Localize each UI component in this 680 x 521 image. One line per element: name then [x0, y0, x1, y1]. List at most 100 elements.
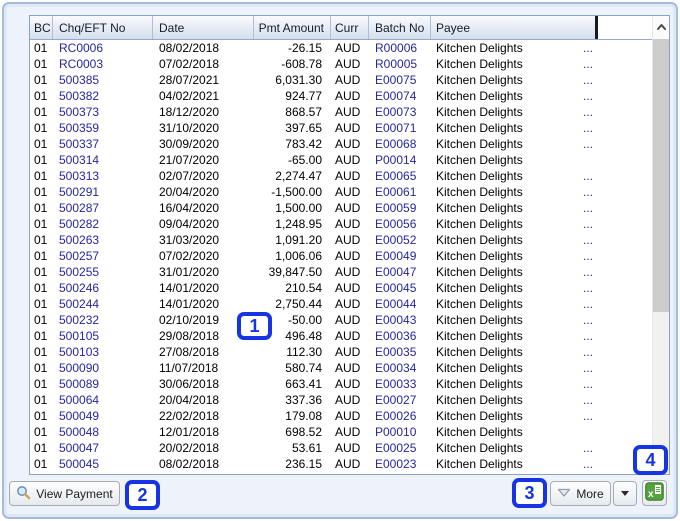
cell-batch[interactable]: E00061: [369, 184, 431, 200]
cell-chq[interactable]: RC0006: [53, 40, 153, 56]
table-row[interactable]: 01 500282 09/04/2020 1,248.95 AUD E00056 Kitch…: [30, 216, 652, 232]
column-header-bc[interactable]: BC: [30, 16, 53, 39]
cell-batch[interactable]: E00056: [369, 216, 431, 232]
cell-batch[interactable]: E00065: [369, 168, 431, 184]
column-header-batch[interactable]: Batch No: [369, 16, 431, 39]
cell-chq[interactable]: 500385: [53, 72, 153, 88]
cell-more[interactable]: ...: [579, 72, 598, 88]
cell-more[interactable]: ...: [579, 232, 598, 248]
cell-more[interactable]: ...: [579, 312, 598, 328]
cell-more[interactable]: ...: [579, 136, 598, 152]
table-row[interactable]: 01 500064 20/04/2018 337.36 AUD E00027 Kitchen…: [30, 392, 652, 408]
table-row[interactable]: 01 500090 11/07/2018 580.74 AUD E00034 Kitchen…: [30, 360, 652, 376]
table-row[interactable]: 01 500246 14/01/2020 210.54 AUD E00045 Kitchen…: [30, 280, 652, 296]
export-to-excel-button[interactable]: x: [642, 480, 667, 506]
table-row[interactable]: 01 RC0006 08/02/2018 -26.15 AUD R00006 Kitchen…: [30, 40, 652, 56]
cell-chq[interactable]: 500064: [53, 392, 153, 408]
cell-batch[interactable]: E00035: [369, 344, 431, 360]
cell-chq[interactable]: 500048: [53, 424, 153, 440]
cell-chq[interactable]: 500232: [53, 312, 153, 328]
table-row[interactable]: 01 500291 20/04/2020 -1,500.00 AUD E00061 Kitc…: [30, 184, 652, 200]
cell-chq[interactable]: 500337: [53, 136, 153, 152]
table-row[interactable]: 01 500244 14/01/2020 2,750.44 AUD E00044 Kitch…: [30, 296, 652, 312]
cell-more[interactable]: ...: [579, 264, 598, 280]
cell-more[interactable]: ...: [579, 360, 598, 376]
cell-more[interactable]: ...: [579, 56, 598, 72]
column-header-date[interactable]: Date: [153, 16, 254, 39]
cell-more[interactable]: ...: [579, 440, 598, 456]
column-header-curr[interactable]: Curr: [331, 16, 369, 39]
cell-chq[interactable]: 500282: [53, 216, 153, 232]
table-row[interactable]: 01 500257 07/02/2020 1,006.06 AUD E00049 Kitch…: [30, 248, 652, 264]
cell-more[interactable]: ...: [579, 184, 598, 200]
table-row[interactable]: 01 500382 04/02/2021 924.77 AUD E00074 Kitchen…: [30, 88, 652, 104]
table-row[interactable]: 01 500263 31/03/2020 1,091.20 AUD E00052 Kitch…: [30, 232, 652, 248]
more-button[interactable]: More: [550, 481, 611, 506]
table-row[interactable]: 01 500045 08/02/2018 236.15 AUD E00023 Kitchen…: [30, 456, 652, 472]
cell-chq[interactable]: 500105: [53, 328, 153, 344]
cell-chq[interactable]: 500090: [53, 360, 153, 376]
cell-batch[interactable]: E00044: [369, 296, 431, 312]
column-header-chq[interactable]: Chq/EFT No: [53, 16, 153, 39]
table-row[interactable]: 01 500385 28/07/2021 6,031.30 AUD E00075 Kitch…: [30, 72, 652, 88]
cell-chq[interactable]: 500373: [53, 104, 153, 120]
cell-more[interactable]: ...: [579, 216, 598, 232]
column-header-amount[interactable]: Pmt Amount: [254, 16, 331, 39]
cell-batch[interactable]: E00034: [369, 360, 431, 376]
scrollbar-thumb[interactable]: [653, 39, 669, 312]
cell-chq[interactable]: 500314: [53, 152, 153, 168]
cell-batch[interactable]: E00068: [369, 136, 431, 152]
cell-batch[interactable]: E00052: [369, 232, 431, 248]
table-row[interactable]: 01 500105 29/08/2018 496.48 AUD E00036 Kitchen…: [30, 328, 652, 344]
cell-chq[interactable]: 500263: [53, 232, 153, 248]
cell-chq[interactable]: 500257: [53, 248, 153, 264]
more-dropdown-button[interactable]: [613, 481, 637, 506]
cell-more[interactable]: ...: [579, 40, 598, 56]
cell-more[interactable]: ...: [579, 296, 598, 312]
cell-batch[interactable]: R00006: [369, 40, 431, 56]
table-row[interactable]: 01 500047 20/02/2018 53.61 AUD E00025 Kitchen …: [30, 440, 652, 456]
cell-more[interactable]: ...: [579, 456, 598, 472]
cell-batch[interactable]: E00047: [369, 264, 431, 280]
cell-batch[interactable]: E00023: [369, 456, 431, 472]
cell-chq[interactable]: 500246: [53, 280, 153, 296]
table-row[interactable]: 01 500049 22/02/2018 179.08 AUD E00026 Kitchen…: [30, 408, 652, 424]
cell-batch[interactable]: E00025: [369, 440, 431, 456]
cell-chq[interactable]: 500287: [53, 200, 153, 216]
cell-more[interactable]: ...: [579, 248, 598, 264]
cell-more[interactable]: ...: [579, 120, 598, 136]
cell-batch[interactable]: E00075: [369, 72, 431, 88]
cell-more[interactable]: ...: [579, 376, 598, 392]
cell-more[interactable]: ...: [579, 88, 598, 104]
cell-chq[interactable]: 500359: [53, 120, 153, 136]
cell-chq[interactable]: 500244: [53, 296, 153, 312]
cell-batch[interactable]: E00059: [369, 200, 431, 216]
cell-more[interactable]: ...: [579, 280, 598, 296]
vertical-scrollbar[interactable]: [652, 16, 669, 474]
table-row[interactable]: 01 500048 12/01/2018 698.52 AUD P00010 Kitchen…: [30, 424, 652, 440]
cell-batch[interactable]: R00005: [369, 56, 431, 72]
cell-more[interactable]: ...: [579, 408, 598, 424]
table-row[interactable]: 01 500232 02/10/2019 -50.00 AUD E00043 Kitchen…: [30, 312, 652, 328]
cell-chq[interactable]: 500047: [53, 440, 153, 456]
scroll-up-button[interactable]: [653, 16, 669, 39]
cell-chq[interactable]: 500382: [53, 88, 153, 104]
cell-chq[interactable]: RC0003: [53, 56, 153, 72]
cell-batch[interactable]: E00045: [369, 280, 431, 296]
table-row[interactable]: 01 500314 21/07/2020 -65.00 AUD P00014 Kitchen…: [30, 152, 652, 168]
cell-chq[interactable]: 500291: [53, 184, 153, 200]
cell-more[interactable]: ...: [579, 104, 598, 120]
table-row[interactable]: 01 500337 30/09/2020 783.42 AUD E00068 Kitchen…: [30, 136, 652, 152]
cell-more[interactable]: ...: [579, 328, 598, 344]
table-row[interactable]: 01 500103 27/08/2018 112.30 AUD E00035 Kitchen…: [30, 344, 652, 360]
cell-chq[interactable]: 500313: [53, 168, 153, 184]
view-payment-button[interactable]: View Payment: [9, 481, 120, 506]
cell-batch[interactable]: E00026: [369, 408, 431, 424]
column-header-payee[interactable]: Payee: [431, 16, 598, 39]
table-row[interactable]: 01 RC0003 07/02/2018 -608.78 AUD R00005 Kitche…: [30, 56, 652, 72]
cell-chq[interactable]: 500045: [53, 456, 153, 472]
cell-batch[interactable]: P00010: [369, 424, 431, 440]
cell-chq[interactable]: 500089: [53, 376, 153, 392]
table-row[interactable]: 01 500313 02/07/2020 2,274.47 AUD E00065 Kitch…: [30, 168, 652, 184]
table-row[interactable]: 01 500089 30/06/2018 663.41 AUD E00033 Kitchen…: [30, 376, 652, 392]
